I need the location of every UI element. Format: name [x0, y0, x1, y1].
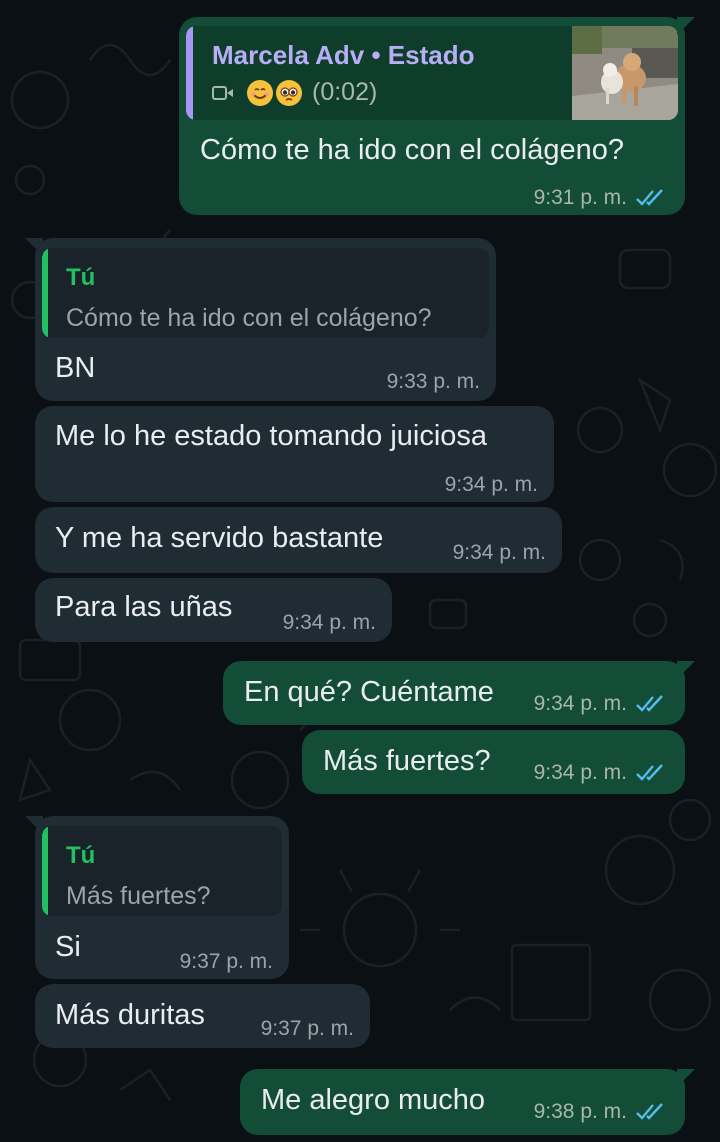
status-separator: •	[364, 40, 388, 70]
message-text: BN	[55, 352, 96, 384]
message-meta: 9:34 p. m.	[534, 761, 665, 785]
quote-text: Más fuertes?	[66, 882, 211, 910]
message-text: Y me ha servido bastante	[55, 522, 384, 554]
message-bubble-outgoing[interactable]: En qué? Cuéntame 9:34 p. m.	[223, 661, 695, 725]
smiling-face-emoji	[247, 79, 273, 106]
message-bubble-incoming[interactable]: Más duritas 9:37 p. m.	[35, 984, 370, 1048]
message-text: Más fuertes?	[323, 745, 491, 777]
message-bubble-incoming[interactable]: Me lo he estado tomando juiciosa 9:34 p.…	[35, 406, 554, 502]
read-ticks-icon	[636, 695, 663, 712]
message-text: Me lo he estado tomando juiciosa	[55, 420, 488, 452]
message-time: 9:37 p. m.	[179, 950, 273, 973]
quote-author: Tú	[66, 842, 96, 869]
status-author: Marcela Adv • Estado	[212, 40, 474, 71]
message-time: 9:34 p. m.	[282, 611, 376, 634]
status-reply-quote[interactable]: Marcela Adv • Estado (0:02)	[186, 26, 678, 120]
message-bubble-outgoing[interactable]: Marcela Adv • Estado (0:02) Cómo te ha i…	[179, 17, 695, 215]
bubble-tail	[677, 1069, 695, 1087]
message-text: Para las uñas	[55, 591, 233, 623]
message-text: Más duritas	[55, 999, 205, 1031]
reply-quote[interactable]: Tú Cómo te ha ido con el colágeno?	[42, 248, 489, 338]
message-bubble-incoming[interactable]: Tú Cómo te ha ido con el colágeno? BN 9:…	[25, 238, 496, 401]
bubble-tail	[25, 816, 43, 834]
status-type-label: Estado	[387, 40, 475, 70]
read-ticks-icon	[636, 764, 663, 781]
message-bubble-incoming[interactable]: Y me ha servido bastante 9:34 p. m.	[35, 507, 562, 573]
message-meta: 9:34 p. m.	[534, 692, 665, 716]
bubble-tail	[677, 17, 695, 35]
message-time: 9:33 p. m.	[386, 370, 480, 393]
status-duration: (0:02)	[312, 78, 378, 106]
dogs-photo-thumbnail	[572, 26, 678, 120]
status-author-name: Marcela Adv	[212, 40, 365, 70]
bubble-tail	[677, 661, 695, 679]
message-bubble-incoming[interactable]: Para las uñas 9:34 p. m.	[35, 578, 392, 642]
message-text: Si	[55, 931, 81, 963]
message-time: 9:34 p. m.	[533, 692, 627, 715]
status-media-info: (0:02)	[212, 78, 377, 107]
message-time: 9:34 p. m.	[533, 761, 627, 784]
message-text: Me alegro mucho	[261, 1084, 486, 1116]
quote-author: Tú	[66, 264, 96, 291]
message-text: En qué? Cuéntame	[244, 676, 494, 708]
quote-accent-bar	[42, 248, 48, 338]
message-text: Cómo te ha ido con el colágeno?	[200, 134, 625, 166]
message-meta: 9:31 p. m.	[534, 186, 665, 210]
read-ticks-icon	[636, 189, 663, 206]
reply-quote[interactable]: Tú Más fuertes?	[42, 826, 282, 916]
read-ticks-icon	[636, 1103, 663, 1120]
message-bubble-outgoing[interactable]: Más fuertes? 9:34 p. m.	[302, 730, 685, 794]
pleading-face-emoji	[276, 79, 302, 106]
quote-text: Cómo te ha ido con el colágeno?	[66, 304, 432, 332]
quote-accent-bar	[42, 826, 48, 916]
message-bubble-outgoing[interactable]: Me alegro mucho 9:38 p. m.	[240, 1069, 695, 1135]
message-time: 9:31 p. m.	[533, 186, 627, 209]
message-meta: 9:38 p. m.	[534, 1100, 665, 1124]
quote-accent-bar	[186, 26, 193, 120]
message-time: 9:34 p. m.	[452, 541, 546, 564]
message-time: 9:38 p. m.	[533, 1100, 627, 1123]
bubble-tail	[25, 238, 43, 256]
video-camera-icon	[212, 85, 233, 100]
message-bubble-incoming[interactable]: Tú Más fuertes? Si 9:37 p. m.	[25, 816, 289, 979]
message-time: 9:37 p. m.	[260, 1017, 354, 1040]
message-time: 9:34 p. m.	[444, 473, 538, 496]
